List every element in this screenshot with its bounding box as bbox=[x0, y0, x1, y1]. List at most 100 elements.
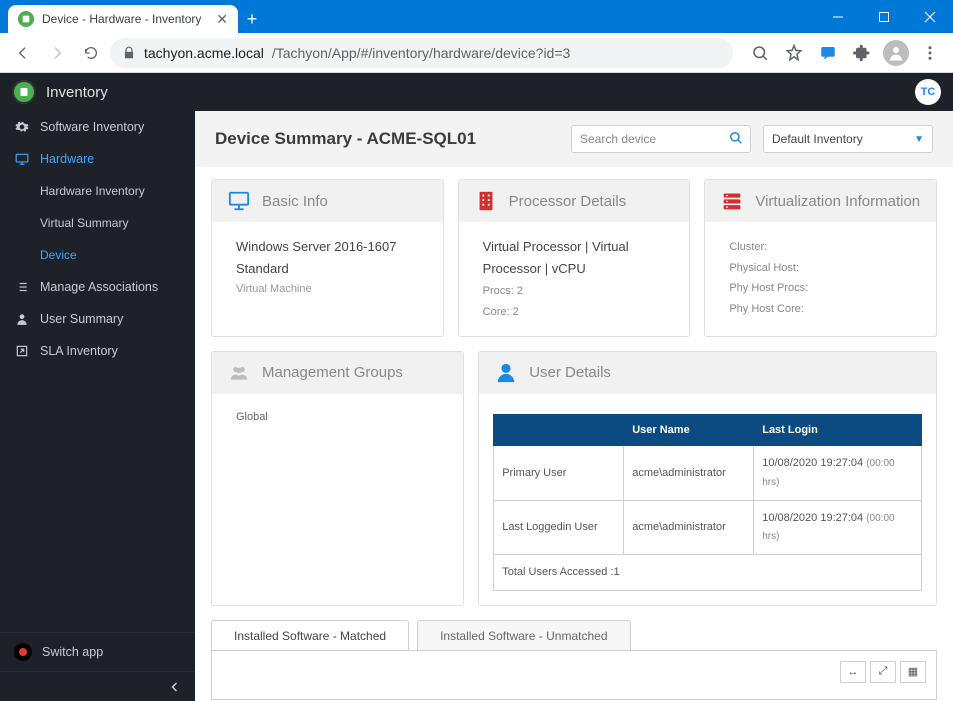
users-icon bbox=[226, 362, 252, 384]
sidebar-label: Manage Associations bbox=[40, 280, 158, 294]
card-title: Processor Details bbox=[509, 193, 627, 210]
sidebar-item-user-summary[interactable]: User Summary bbox=[0, 303, 195, 335]
processor-line: Virtual Processor | Virtual Processor | … bbox=[483, 236, 666, 280]
close-icon[interactable]: ✕ bbox=[216, 11, 228, 28]
card-title: Basic Info bbox=[262, 193, 328, 210]
list-icon bbox=[14, 280, 30, 294]
user-details-table: User Name Last Login Primary User acme\a… bbox=[493, 414, 922, 591]
user-icon bbox=[14, 312, 30, 326]
sidebar-label: SLA Inventory bbox=[40, 344, 118, 358]
virt-row: Cluster: bbox=[729, 238, 912, 257]
browser-menu-button[interactable] bbox=[915, 38, 945, 68]
sidebar-item-hardware[interactable]: Hardware bbox=[0, 143, 195, 175]
basic-type: Virtual Machine bbox=[236, 280, 419, 299]
app-title: Inventory bbox=[46, 84, 108, 101]
search-input[interactable] bbox=[571, 125, 751, 153]
software-tab-body: ↔ ⤢ ▦ bbox=[211, 650, 937, 700]
sidebar-collapse-button[interactable] bbox=[0, 671, 195, 701]
user-th: User Name bbox=[624, 414, 754, 446]
extensions-icon[interactable] bbox=[847, 38, 877, 68]
card-basic-info: Basic Info Windows Server 2016-1607 Stan… bbox=[211, 179, 444, 337]
browser-toolbar: tachyon.acme.local/Tachyon/App/#/invento… bbox=[0, 33, 953, 73]
content-area: Device Summary - ACME-SQL01 Default Inve… bbox=[195, 111, 953, 701]
table-row: Last Loggedin User acme\administrator 10… bbox=[494, 500, 922, 554]
table-row: Primary User acme\administrator 10/08/20… bbox=[494, 446, 922, 500]
card-user-details: User Details User Name Last Login bbox=[478, 351, 937, 606]
nav-reload-button[interactable] bbox=[76, 38, 106, 68]
app-logo bbox=[12, 80, 36, 104]
virt-row: Phy Host Core: bbox=[729, 300, 912, 319]
grid-button[interactable]: ▦ bbox=[900, 661, 926, 683]
mgmt-value: Global bbox=[236, 408, 439, 427]
card-management-groups: Management Groups Global bbox=[211, 351, 464, 606]
sidebar-sub-hardware-inventory[interactable]: Hardware Inventory bbox=[0, 175, 195, 207]
core-value: 2 bbox=[513, 306, 519, 318]
card-processor-details: Processor Details Virtual Processor | Vi… bbox=[458, 179, 691, 337]
page-title: Device Summary - ACME-SQL01 bbox=[215, 129, 559, 149]
monitor-icon bbox=[14, 152, 30, 166]
bookmark-icon[interactable] bbox=[779, 38, 809, 68]
lock-icon bbox=[122, 46, 136, 60]
page-header: Device Summary - ACME-SQL01 Default Inve… bbox=[195, 111, 953, 167]
server-icon bbox=[719, 190, 745, 212]
sidebar-label: Hardware bbox=[40, 152, 94, 166]
user-table-footer: Total Users Accessed :1 bbox=[494, 555, 922, 591]
user-avatar[interactable]: TC bbox=[915, 79, 941, 105]
address-bar[interactable]: tachyon.acme.local/Tachyon/App/#/invento… bbox=[110, 38, 733, 68]
sidebar-label: Software Inventory bbox=[40, 120, 144, 134]
card-title: Virtualization Information bbox=[755, 193, 920, 210]
sidebar-item-manage-associations[interactable]: Manage Associations bbox=[0, 271, 195, 303]
sidebar-item-software-inventory[interactable]: Software Inventory bbox=[0, 111, 195, 143]
tab-installed-matched[interactable]: Installed Software - Matched bbox=[211, 620, 409, 651]
chevron-down-icon: ▼ bbox=[914, 134, 924, 145]
user-row-username: acme\administrator bbox=[624, 500, 754, 554]
sidebar: Software Inventory Hardware Hardware Inv… bbox=[0, 111, 195, 701]
switch-app-icon bbox=[14, 643, 32, 661]
sidebar-sub-label: Virtual Summary bbox=[40, 216, 128, 230]
profile-button[interactable] bbox=[881, 38, 911, 68]
window-close-button[interactable] bbox=[907, 0, 953, 33]
nav-forward-button[interactable] bbox=[42, 38, 72, 68]
tab-installed-unmatched[interactable]: Installed Software - Unmatched bbox=[417, 620, 630, 651]
user-icon bbox=[493, 362, 519, 384]
sidebar-sub-label: Device bbox=[40, 248, 77, 262]
user-th bbox=[494, 414, 624, 446]
user-row-login: 10/08/2020 19:27:04 (00:00 hrs) bbox=[754, 446, 922, 500]
switch-app-label: Switch app bbox=[42, 645, 103, 659]
user-row-label: Primary User bbox=[494, 446, 624, 500]
chat-extension-icon[interactable] bbox=[813, 38, 843, 68]
sidebar-sub-label: Hardware Inventory bbox=[40, 184, 145, 198]
tab-favicon bbox=[18, 11, 34, 27]
search-icon[interactable] bbox=[729, 131, 743, 145]
window-minimize-button[interactable] bbox=[815, 0, 861, 33]
card-title: Management Groups bbox=[262, 364, 403, 381]
building-icon bbox=[473, 190, 499, 212]
search-engine-icon[interactable] bbox=[745, 38, 775, 68]
sidebar-label: User Summary bbox=[40, 312, 123, 326]
sidebar-item-sla-inventory[interactable]: SLA Inventory bbox=[0, 335, 195, 367]
procs-value: 2 bbox=[517, 285, 523, 297]
switch-app-button[interactable]: Switch app bbox=[0, 632, 195, 671]
browser-tab[interactable]: Device - Hardware - Inventory ✕ bbox=[8, 5, 238, 33]
virt-row: Phy Host Procs: bbox=[729, 279, 912, 298]
app-header: Inventory TC bbox=[0, 73, 953, 111]
expand-button[interactable]: ⤢ bbox=[870, 661, 896, 683]
inventory-selected: Default Inventory bbox=[772, 132, 863, 146]
inventory-select[interactable]: Default Inventory ▼ bbox=[763, 125, 933, 153]
sidebar-sub-virtual-summary[interactable]: Virtual Summary bbox=[0, 207, 195, 239]
monitor-icon bbox=[226, 190, 252, 212]
new-tab-button[interactable]: + bbox=[238, 5, 266, 33]
url-host: tachyon.acme.local bbox=[144, 45, 264, 61]
columns-button[interactable]: ↔ bbox=[840, 661, 866, 683]
user-row-login: 10/08/2020 19:27:04 (00:00 hrs) bbox=[754, 500, 922, 554]
user-th: Last Login bbox=[754, 414, 922, 446]
sidebar-sub-device[interactable]: Device bbox=[0, 239, 195, 271]
tab-title: Device - Hardware - Inventory bbox=[42, 12, 201, 26]
procs-label: Procs: bbox=[483, 285, 514, 297]
window-maximize-button[interactable] bbox=[861, 0, 907, 33]
card-virtualization-info: Virtualization Information Cluster: Phys… bbox=[704, 179, 937, 337]
basic-os: Windows Server 2016-1607 Standard bbox=[236, 236, 419, 280]
user-row-username: acme\administrator bbox=[624, 446, 754, 500]
window-titlebar: Device - Hardware - Inventory ✕ + bbox=[0, 0, 953, 33]
nav-back-button[interactable] bbox=[8, 38, 38, 68]
